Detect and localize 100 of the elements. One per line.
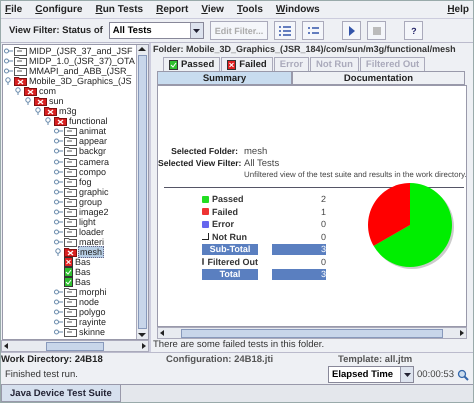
tree-handle-icon[interactable]	[54, 308, 63, 316]
total-label: Sub-Total	[202, 244, 258, 254]
tree-item[interactable]: image2	[78, 206, 110, 217]
tree-item[interactable]: mesh	[78, 246, 104, 258]
tree-handle-icon[interactable]	[54, 248, 63, 256]
result-tab[interactable]: Failed	[221, 57, 273, 71]
tree-item[interactable]: loader	[78, 226, 106, 237]
field-label: Selected Folder:	[170, 146, 238, 157]
tree-handle-icon[interactable]	[44, 117, 53, 126]
caret-icon[interactable]	[193, 28, 200, 32]
menu-item[interactable]: Help	[447, 4, 469, 15]
tree-handle-icon[interactable]	[4, 57, 13, 66]
up-arrow-icon[interactable]	[137, 45, 147, 53]
menu-item[interactable]: Run Tests	[95, 4, 144, 15]
tree-handle-icon[interactable]	[54, 147, 63, 156]
test-name[interactable]: Bas	[74, 267, 92, 278]
tree-handle-icon[interactable]	[54, 298, 63, 306]
left-arrow-icon[interactable]	[2, 342, 10, 350]
status-message: There are some failed tests in this folder.	[153, 339, 326, 352]
count-value: 3	[272, 269, 326, 280]
tree-handle-icon[interactable]	[54, 218, 63, 226]
list-icon[interactable]	[274, 21, 296, 40]
vertical-scrollbar[interactable]	[136, 45, 148, 339]
tree-item[interactable]: group	[78, 196, 104, 207]
passed-test-icon	[169, 60, 178, 70]
horizontal-scrollbar[interactable]	[1, 340, 149, 352]
tree-handle-icon[interactable]	[54, 188, 63, 196]
tree-handle-icon[interactable]	[54, 288, 63, 296]
suite-tab[interactable]: Java Device Test Suite	[1, 385, 121, 402]
tree-item[interactable]: graphic	[78, 186, 110, 197]
tree-item[interactable]: morphi	[78, 287, 108, 298]
tree-item[interactable]: Mobile_3D_Graphics_(JS	[28, 76, 133, 86]
tree-item[interactable]: fog	[78, 176, 93, 187]
tree-item[interactable]: appear	[78, 136, 108, 146]
view-tab[interactable]: Summary	[157, 71, 292, 85]
search-icon[interactable]	[457, 368, 469, 380]
menu-item[interactable]: Report	[156, 4, 188, 15]
down-arrow-icon[interactable]	[137, 331, 147, 339]
tree-item[interactable]: MIDP_1.0_(JSR_37)_OTA	[28, 56, 136, 66]
count-value: 1	[320, 206, 326, 217]
tree-handle-icon[interactable]	[4, 77, 13, 86]
horizontal-scrollbar[interactable]	[157, 327, 467, 339]
tree-handle-icon[interactable]	[54, 198, 63, 206]
folder-path: Folder: Mobile_3D_Graphics_(JSR_184)/com/sun/m3g/functional/mesh	[153, 44, 457, 56]
menu-item[interactable]: Configure	[35, 4, 82, 15]
tree-item[interactable]: light	[78, 216, 97, 227]
tree-handle-icon[interactable]	[54, 228, 63, 236]
tree-handle-icon[interactable]	[54, 168, 63, 176]
count-value: 3	[272, 244, 326, 254]
tree-item[interactable]: camera	[78, 156, 110, 167]
menu-item[interactable]: View	[201, 4, 224, 15]
tree-item[interactable]: functional	[68, 116, 109, 126]
menu-item[interactable]: Windows	[276, 4, 320, 15]
status-text: Failed	[212, 206, 238, 217]
tree-handle-icon[interactable]	[14, 87, 23, 96]
total-label: Total	[202, 269, 258, 280]
timer-dropdown[interactable]: Elapsed Time	[328, 366, 414, 383]
count-value: 0	[320, 219, 326, 230]
tree-handle-icon[interactable]	[24, 97, 33, 106]
test-name[interactable]: Bas	[74, 277, 92, 288]
tree-handle-icon[interactable]	[54, 328, 63, 336]
result-tab[interactable]: Passed	[163, 57, 220, 71]
elapsed-time: 00:00:53	[416, 369, 455, 380]
tree-item[interactable]: MIDP_(JSR_37_and_JSF	[28, 46, 134, 56]
tree-handle-icon[interactable]	[54, 158, 63, 166]
tree-handle-icon[interactable]	[54, 208, 63, 216]
tree-item[interactable]: m3g	[58, 106, 78, 116]
tree-item[interactable]: backgr	[78, 146, 108, 156]
tree-item[interactable]: compo	[78, 166, 108, 177]
tree-item[interactable]: com	[38, 86, 58, 96]
play-icon[interactable]	[342, 21, 362, 40]
caret-icon[interactable]	[404, 372, 411, 376]
tree-item[interactable]: rayinte	[78, 317, 108, 328]
tree-item[interactable]: MMAPI_and_ABB_(JSR_	[28, 66, 133, 76]
test-name[interactable]: Bas	[74, 257, 92, 267]
menu-item[interactable]: File	[5, 4, 22, 15]
tree-item[interactable]: materi	[78, 236, 106, 247]
count-value: 0	[320, 256, 326, 267]
tree-handle-icon[interactable]	[54, 137, 63, 146]
right-arrow-icon[interactable]	[458, 329, 466, 337]
tree-handle-icon[interactable]	[4, 67, 13, 76]
tree-handle-icon[interactable]	[54, 178, 63, 186]
view-filter-dropdown[interactable]: All Tests	[108, 22, 204, 39]
menu-item[interactable]: Tools	[236, 4, 263, 15]
tree-handle-icon[interactable]	[54, 127, 63, 136]
tree-handle-icon[interactable]	[54, 238, 63, 246]
tree-item[interactable]: sun	[48, 96, 65, 106]
help-button[interactable]: ?	[404, 21, 424, 40]
tree-item[interactable]: polygo	[78, 307, 107, 318]
tree-handle-icon[interactable]	[4, 47, 13, 56]
tree-item[interactable]: skinne	[78, 327, 106, 338]
tree-handle-icon[interactable]	[34, 107, 43, 116]
view-tab[interactable]: Documentation	[292, 71, 465, 85]
tree-handle-icon[interactable]	[54, 318, 63, 326]
tree-item[interactable]: node	[78, 297, 100, 308]
list-icon[interactable]	[302, 21, 324, 40]
configuration-label: Configuration: 24B18.jti	[166, 354, 274, 364]
tree-item[interactable]: animat	[78, 126, 108, 136]
right-arrow-icon[interactable]	[140, 342, 148, 350]
left-arrow-icon[interactable]	[158, 329, 166, 337]
